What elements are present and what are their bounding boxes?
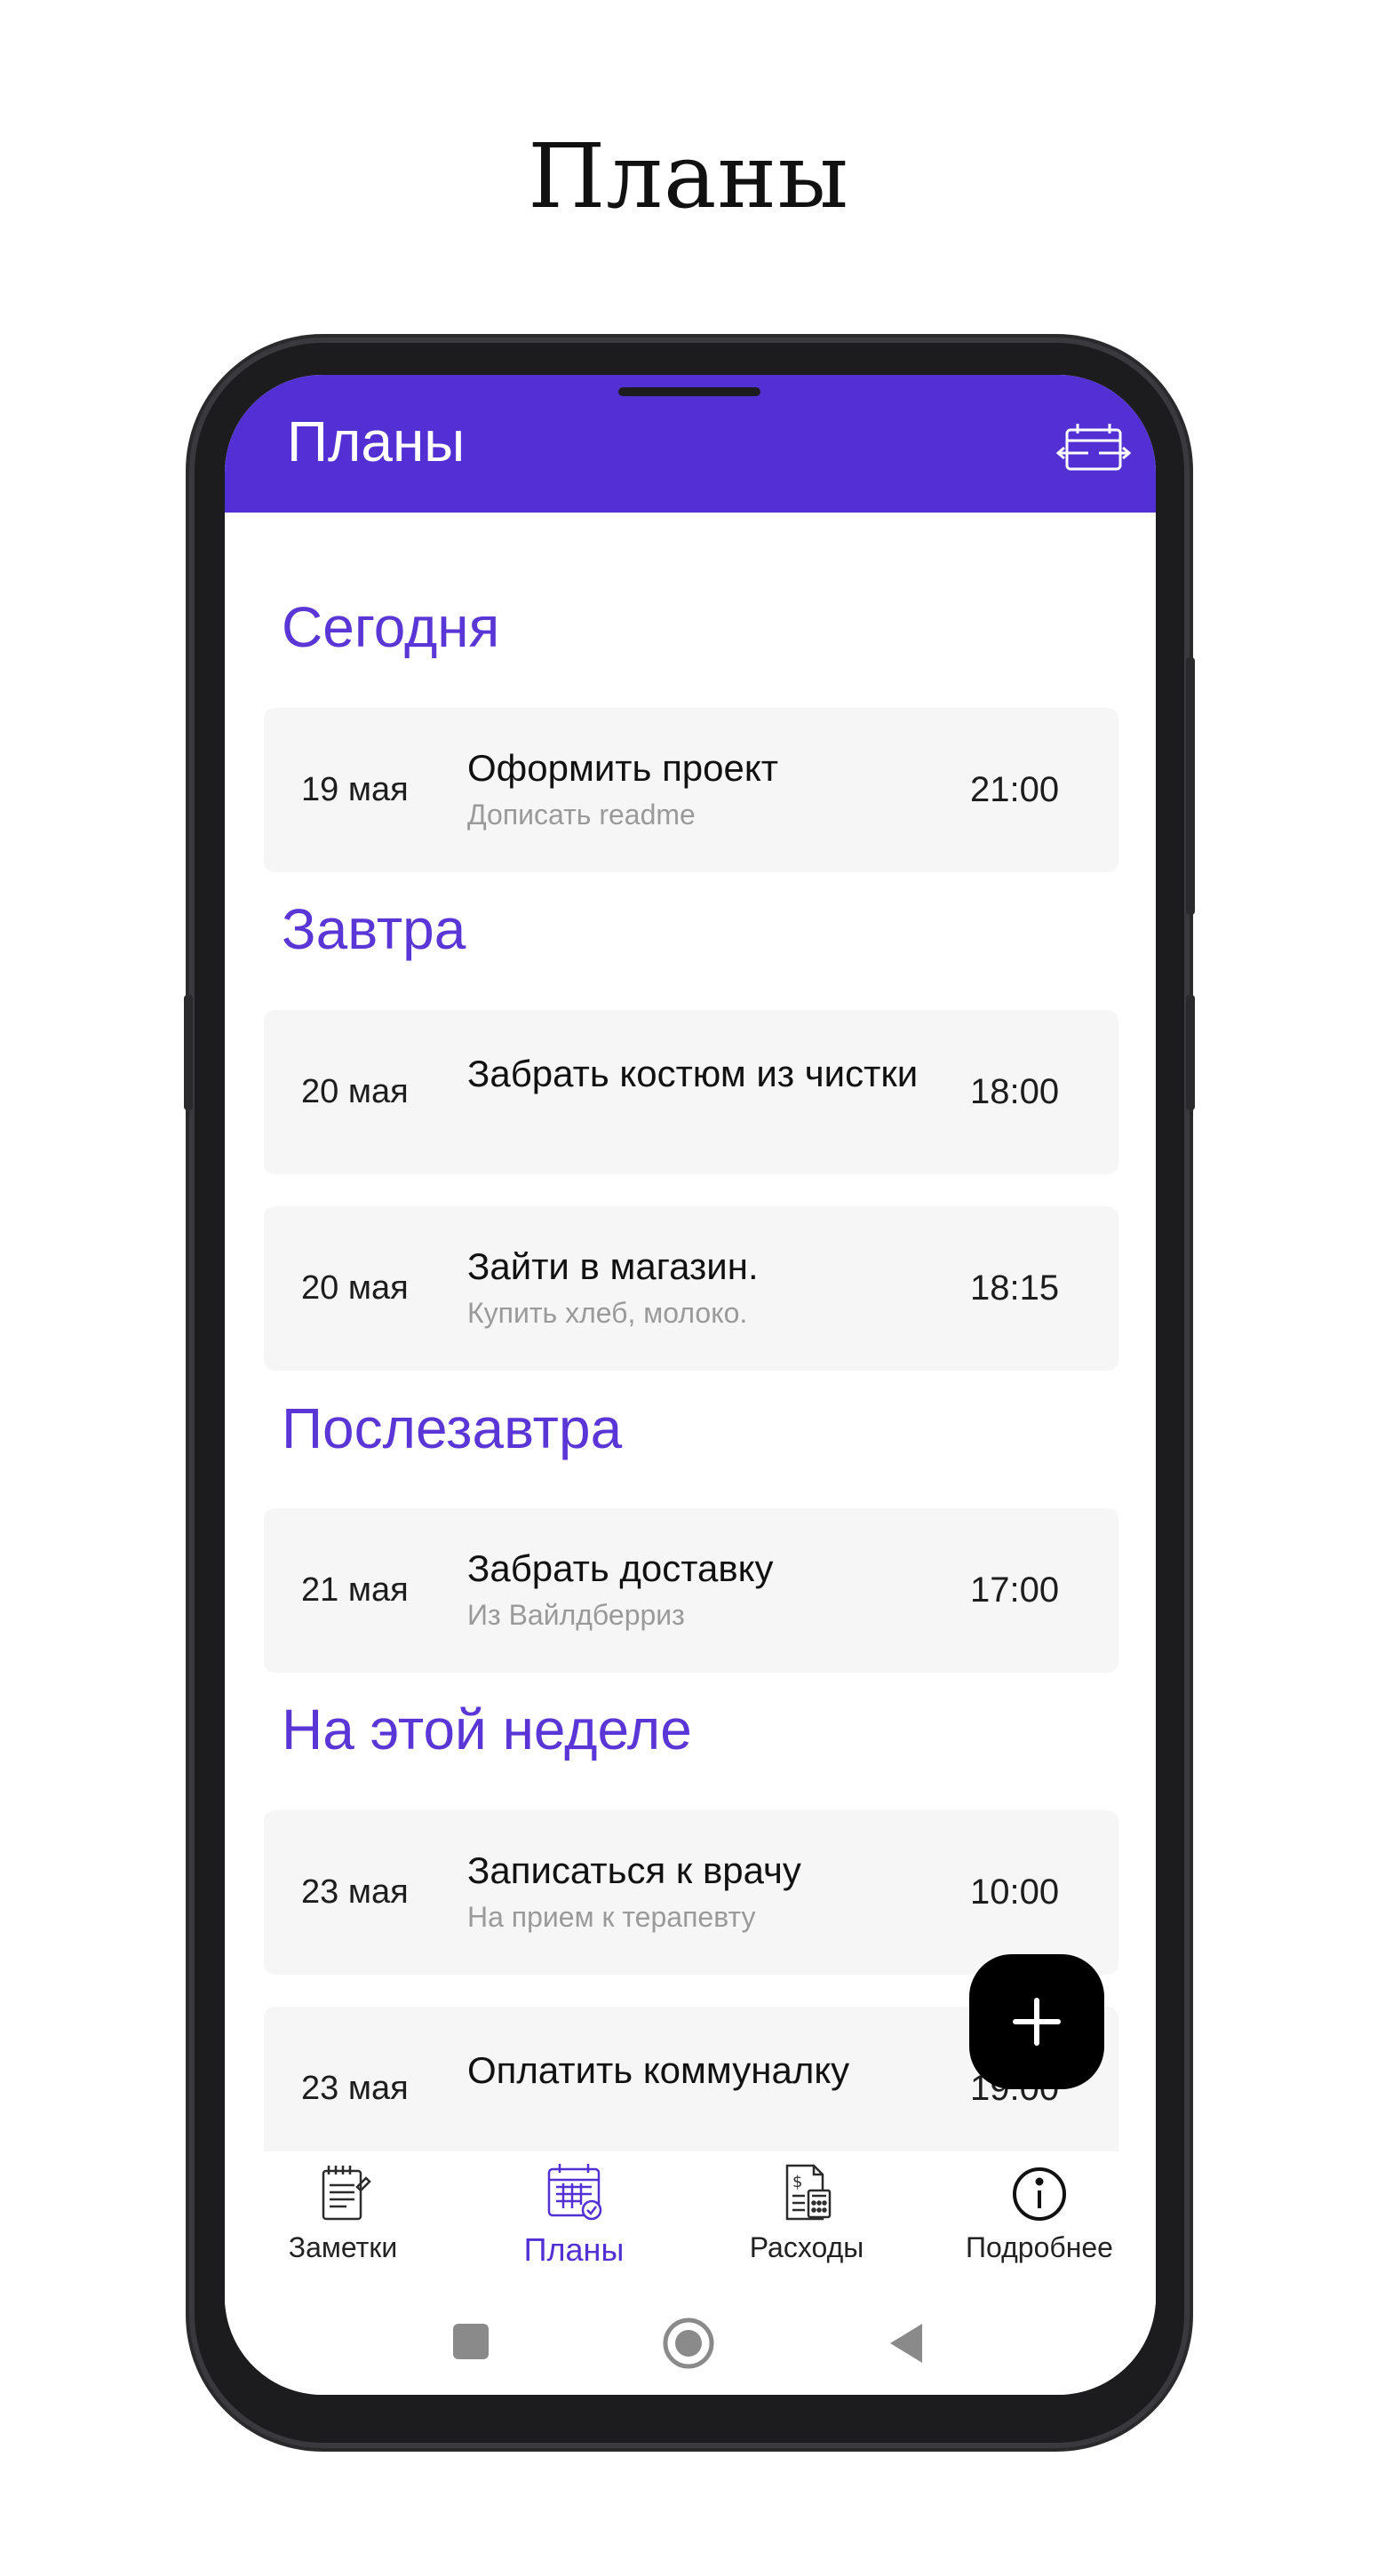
app-title: Планы	[287, 409, 466, 473]
plan-time: 18:00	[970, 1072, 1060, 1111]
plan-subtitle: Купить хлеб, молоко.	[467, 1297, 748, 1329]
plan-date: 23 мая	[301, 2070, 409, 2107]
recents-icon[interactable]	[451, 2322, 490, 2365]
home-icon[interactable]	[662, 2317, 715, 2374]
plan-title: Забрать доставку	[467, 1547, 774, 1589]
nav-item-expenses[interactable]: $ Расходы	[690, 2160, 923, 2294]
calendar-icon	[547, 2164, 602, 2221]
notes-icon	[322, 2166, 371, 2221]
page-heading: Планы	[528, 124, 849, 228]
nav-label-plans: Планы	[523, 2231, 625, 2268]
power-button	[1186, 995, 1195, 1110]
section-title-today: Сегодня	[282, 595, 500, 659]
notch	[618, 387, 760, 396]
plan-date: 20 мая	[301, 1269, 409, 1307]
plus-icon	[1013, 1998, 1061, 2046]
section-title-day-after-tomorrow: Послезавтра	[282, 1396, 623, 1460]
plan-date: 20 мая	[301, 1073, 409, 1110]
volume-button	[1186, 657, 1195, 915]
back-icon[interactable]	[887, 2322, 926, 2369]
plan-subtitle: Из Вайлдберриз	[467, 1599, 685, 1631]
section-title-this-week: На этой неделе	[282, 1697, 692, 1761]
calendar-swap-icon[interactable]	[1055, 419, 1132, 478]
plan-card[interactable]: 20 мая Забрать костюм из чистки 18:00	[264, 1010, 1118, 1174]
plan-card[interactable]: 20 мая Зайти в магазин. Купить хлеб, мол…	[264, 1206, 1118, 1371]
nav-label-expenses: Расходы	[749, 2231, 864, 2263]
plan-date: 19 мая	[301, 771, 409, 808]
add-plan-button[interactable]	[969, 1954, 1104, 2089]
plan-time: 18:15	[970, 1268, 1060, 1308]
plan-title: Оформить проект	[467, 747, 778, 789]
plan-card[interactable]: 23 мая Записаться к врачу На прием к тер…	[264, 1810, 1118, 1975]
plan-title: Записаться к врачу	[467, 1849, 801, 1891]
plan-card[interactable]: 21 мая Забрать доставку Из Вайлдберриз 1…	[264, 1508, 1118, 1673]
plan-time: 17:00	[970, 1570, 1060, 1610]
expenses-icon: $	[785, 2164, 832, 2221]
svg-text:$: $	[792, 2173, 802, 2191]
plan-time: 10:00	[970, 1872, 1060, 1912]
plan-date: 21 мая	[301, 1571, 409, 1609]
plan-date: 23 мая	[301, 1873, 409, 1911]
nav-label-notes: Заметки	[288, 2231, 398, 2263]
plan-time: 21:00	[970, 770, 1060, 809]
plan-title: Оплатить коммуналку	[467, 2049, 850, 2091]
plan-title: Забрать костюм из чистки	[467, 1053, 919, 1094]
plan-title: Зайти в магазин.	[467, 1245, 759, 1287]
plan-subtitle: Дописать readme	[467, 799, 696, 831]
plan-subtitle: На прием к терапевту	[467, 1901, 756, 1933]
bottom-nav: Заметки Планы $ Расходы Подробнее	[225, 2151, 1156, 2307]
section-title-tomorrow: Завтра	[282, 897, 466, 961]
plan-card[interactable]: 19 мая Оформить проект Дописать readme 2…	[264, 708, 1118, 872]
nav-item-notes[interactable]: Заметки	[227, 2160, 459, 2294]
nav-item-more[interactable]: Подробнее	[923, 2160, 1156, 2294]
side-button-left	[184, 995, 193, 1110]
info-icon	[1013, 2167, 1066, 2221]
nav-item-plans[interactable]: Планы	[458, 2160, 690, 2294]
phone-screen: Планы Сегодня 19 мая Оформить проект Доп…	[225, 375, 1156, 2395]
system-nav-bar	[225, 2302, 1156, 2395]
nav-label-more: Подробнее	[966, 2231, 1113, 2263]
